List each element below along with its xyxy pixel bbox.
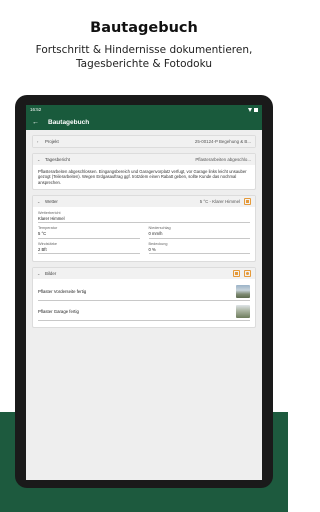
images-card: ⌄ Bilder Pflaster Vorderseite fertig Pfl…: [32, 267, 256, 329]
photo-caption: Pflaster Vorderseite fertig: [38, 289, 87, 295]
weather-value: 5 °C - Klarer Himmel: [199, 198, 240, 204]
promo-subtitle-line-1: Fortschritt & Hindernisse dokumentieren,: [35, 44, 253, 56]
chevron-down-icon: ⌄: [37, 198, 41, 204]
weather-row-1: Temperatur 5 °C Niederschlag 0 mm/h: [38, 226, 250, 242]
weather-label: Wetter: [45, 198, 58, 204]
project-card[interactable]: › Projekt 25-00124-P Begehung & B...: [32, 135, 256, 148]
weather-report-value: Klarer Himmel: [38, 215, 65, 221]
status-time: 16:52: [30, 107, 42, 112]
promo-subtitle-line-2: Tagesberichte & Fotodoku: [75, 57, 213, 70]
status-icons: [248, 107, 258, 112]
photo-thumbnail[interactable]: [236, 285, 250, 299]
weather-header[interactable]: ⌄ Wetter 5 °C - Klarer Himmel: [33, 195, 255, 207]
daily-report-card: ⌄ Tagesbericht Pflasterarbeiten abgeschl…: [32, 153, 256, 190]
images-body: Pflaster Vorderseite fertig Pflaster Gar…: [33, 279, 255, 327]
photo-item[interactable]: Pflaster Garage fertig: [38, 303, 250, 322]
promo-subtitle: Fortschritt & Hindernisse dokumentieren,…: [0, 44, 288, 71]
project-header[interactable]: › Projekt 25-00124-P Begehung & B...: [33, 136, 255, 147]
weather-body: Wetterbericht Klarer Himmel Temperatur 5…: [33, 207, 255, 262]
wind-value: 2 Bft: [38, 246, 47, 252]
daily-report-text[interactable]: Pflasterarbeiten abgeschlossen. Eingangs…: [33, 165, 255, 189]
daily-report-header[interactable]: ⌄ Tagesbericht Pflasterarbeiten abgeschl…: [33, 154, 255, 165]
weather-card: ⌄ Wetter 5 °C - Klarer Himmel Wetterberi…: [32, 194, 256, 263]
cloud-cover-field[interactable]: Bedeckung 0 %: [148, 242, 250, 255]
gallery-icon[interactable]: [233, 270, 240, 278]
wifi-icon: [248, 107, 252, 112]
project-label: Projekt: [45, 139, 59, 144]
cloud-cover-value: 0 %: [148, 246, 156, 252]
weather-report-field[interactable]: Wetterbericht Klarer Himmel: [38, 211, 250, 224]
precipitation-field[interactable]: Niederschlag 0 mm/h: [148, 226, 250, 239]
app-bar: ← Bautagebuch: [26, 114, 262, 130]
daily-report-value: Pflasterarbeiten abgeschlo...: [195, 157, 251, 162]
weather-row-2: Windstärke 2 Bft Bedeckung 0 %: [38, 242, 250, 258]
photo-caption: Pflaster Garage fertig: [38, 309, 79, 315]
promo-title: Bautagebuch: [90, 20, 198, 36]
main-content: › Projekt 25-00124-P Begehung & B... ⌄ T…: [26, 130, 262, 338]
wind-field[interactable]: Windstärke 2 Bft: [38, 242, 140, 255]
project-value: 25-00124-P Begehung & B...: [194, 139, 251, 144]
images-label: Bilder: [45, 271, 57, 277]
precipitation-value: 0 mm/h: [148, 231, 163, 237]
battery-icon: [254, 107, 258, 112]
camera-icon[interactable]: [244, 270, 251, 278]
photo-thumbnail[interactable]: [236, 305, 250, 319]
app-screen: 16:52 ← Bautagebuch › Projekt 25-00124-P…: [26, 105, 262, 480]
chevron-down-icon: ⌄: [37, 271, 41, 277]
chevron-down-icon: ⌄: [37, 157, 41, 162]
back-arrow-icon[interactable]: ←: [32, 119, 42, 126]
photo-item[interactable]: Pflaster Vorderseite fertig: [38, 283, 250, 302]
daily-report-label: Tagesbericht: [45, 157, 70, 162]
images-header[interactable]: ⌄ Bilder: [33, 268, 255, 280]
status-bar: 16:52: [26, 105, 262, 114]
chevron-right-icon: ›: [37, 139, 39, 144]
app-bar-title: Bautagebuch: [48, 118, 90, 126]
temperature-field[interactable]: Temperatur 5 °C: [38, 226, 140, 239]
temperature-value: 5 °C: [38, 231, 47, 237]
download-weather-icon[interactable]: [244, 197, 251, 205]
